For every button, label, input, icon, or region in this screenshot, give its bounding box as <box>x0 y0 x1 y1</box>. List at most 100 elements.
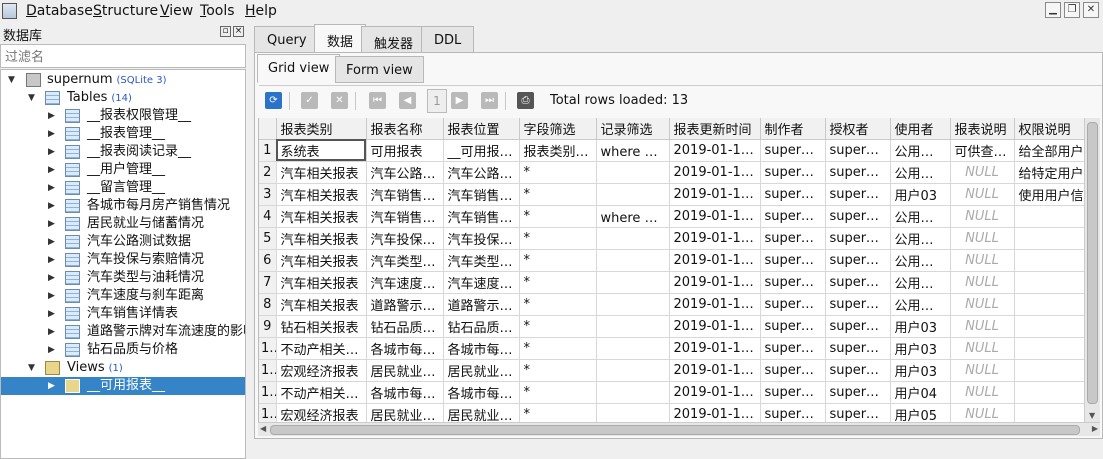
expand-arrow-icon[interactable]: ▶ <box>48 269 55 287</box>
grid-cell[interactable]: 公用账号 <box>890 271 951 294</box>
grid-cell[interactable]: supernum <box>760 381 826 404</box>
database-tree[interactable]: ▼ supernum (SQLite 3) ▼ Tables (14) ▶ __报表权… <box>0 69 246 459</box>
grid-cell[interactable] <box>596 381 670 404</box>
last-page-icon[interactable]: ⏭ <box>481 92 498 109</box>
grid-cell[interactable]: 钻石品质… <box>443 315 520 338</box>
grid-cell[interactable]: 不动产相关… <box>276 337 367 360</box>
expand-arrow-icon[interactable]: ▶ <box>48 341 55 359</box>
grid-cell[interactable] <box>596 227 670 250</box>
table-row[interactable]: 8汽车相关报表道路警示…道路警示…*2019-01-16 1…supernums… <box>259 293 1084 316</box>
grid-cell[interactable]: 公用账号 <box>890 161 951 184</box>
grid-cell[interactable]: 各城市每… <box>366 337 444 360</box>
expand-arrow-icon[interactable]: ▶ <box>48 179 55 197</box>
grid-cell[interactable]: 汽车公路… <box>443 161 520 184</box>
grid-cell[interactable]: supernum <box>760 315 826 338</box>
tree-db-node[interactable]: ▼ supernum (SQLite 3) <box>1 71 245 89</box>
grid-cell[interactable]: supernum <box>760 403 826 422</box>
grid-cell[interactable]: 公用账号 <box>890 249 951 272</box>
grid-cell[interactable]: supernum <box>760 183 826 206</box>
grid-cell[interactable]: 居民就业… <box>443 403 520 422</box>
expand-arrow-icon[interactable]: ▶ <box>48 233 55 251</box>
grid-cell[interactable]: 2019-01-16 1… <box>669 403 761 422</box>
menu-view[interactable]: View <box>160 3 193 19</box>
grid-cell[interactable]: * <box>519 315 597 338</box>
grid-cell[interactable] <box>596 337 670 360</box>
grid-cell[interactable]: 2019-01-16 1… <box>669 183 761 206</box>
column-header[interactable]: 制作者 <box>760 118 826 140</box>
grid-cell[interactable]: 给特定用户赋 <box>1014 161 1084 184</box>
grid-cell[interactable]: 居民就业… <box>443 359 520 382</box>
table-row[interactable]: 4汽车相关报表汽车销售…汽车销售…*where 销…2019-01-16 1…s… <box>259 205 1084 228</box>
grid-cell[interactable]: 公用账号 <box>890 227 951 250</box>
grid-cell[interactable]: NULL <box>950 403 1015 422</box>
grid-cell[interactable] <box>596 249 670 272</box>
grid-cell[interactable]: supernum <box>825 139 891 162</box>
column-header[interactable]: 权限说明 <box>1014 118 1084 140</box>
grid-cell[interactable]: 2019-01-16 1… <box>669 293 761 316</box>
grid-cell[interactable]: 用户03 <box>890 337 951 360</box>
tree-views-node[interactable]: ▼ Views (1) <box>1 359 245 377</box>
tree-table-item[interactable]: ▶ 汽车投保与索赔情况 <box>1 251 245 269</box>
table-row[interactable]: 6汽车相关报表汽车类型…汽车类型…*2019-01-16 1…supernums… <box>259 249 1084 272</box>
table-row[interactable]: 13宏观经济报表居民就业…居民就业…*2019-01-16 1…supernum… <box>259 403 1084 422</box>
grid-cell[interactable]: 居民就业… <box>366 359 444 382</box>
grid-cell[interactable]: 2019-01-16 1… <box>669 249 761 272</box>
grid-cell[interactable]: 汽车相关报表 <box>276 227 367 250</box>
close-icon[interactable]: ✕ <box>1083 2 1099 18</box>
grid-cell[interactable]: * <box>519 271 597 294</box>
grid-cell[interactable]: 汽车相关报表 <box>276 271 367 294</box>
tree-table-item[interactable]: ▶ 汽车公路测试数据 <box>1 233 245 251</box>
grid-cell[interactable] <box>1014 381 1084 404</box>
grid-cell[interactable]: 公用账号 <box>890 205 951 228</box>
grid-cell[interactable]: * <box>519 183 597 206</box>
grid-cell[interactable]: supernum <box>760 337 826 360</box>
grid-cell[interactable]: * <box>519 337 597 360</box>
grid-cell[interactable]: 2019-01-16 1… <box>669 381 761 404</box>
grid-cell[interactable] <box>1014 249 1084 272</box>
grid-cell[interactable]: 可用报表 <box>366 139 444 162</box>
tree-table-item[interactable]: ▶ 钻石品质与价格 <box>1 341 245 359</box>
table-row[interactable]: 9钻石相关报表钻石品质…钻石品质…*2019-01-16 1…supernums… <box>259 315 1084 338</box>
tree-tables-node[interactable]: ▼ Tables (14) <box>1 89 245 107</box>
expand-arrow-icon[interactable]: ▶ <box>48 215 55 233</box>
grid-cell[interactable] <box>596 359 670 382</box>
grid-cell[interactable]: where 销… <box>596 205 670 228</box>
grid-cell[interactable] <box>1014 403 1084 422</box>
grid-cell[interactable]: 道路警示… <box>443 293 520 316</box>
grid-cell[interactable]: 2019-01-16 1… <box>669 205 761 228</box>
grid-cell[interactable]: 用户05 <box>890 403 951 422</box>
grid-cell[interactable]: supernum <box>825 249 891 272</box>
grid-cell[interactable]: NULL <box>950 337 1015 360</box>
grid-cell[interactable] <box>1014 271 1084 294</box>
close-panel-icon[interactable]: × <box>233 26 244 37</box>
float-panel-icon[interactable]: ▫ <box>220 26 231 37</box>
grid-cell[interactable]: 汽车类型… <box>443 249 520 272</box>
grid-cell[interactable]: supernum <box>825 161 891 184</box>
tree-table-item[interactable]: ▶ __留言管理__ <box>1 179 245 197</box>
filter-input[interactable] <box>0 44 246 68</box>
table-row[interactable]: 3汽车相关报表汽车销售…汽车销售…*2019-01-16 1…supernums… <box>259 183 1084 206</box>
grid-cell[interactable]: 2019-01-16 1… <box>669 271 761 294</box>
grid-cell[interactable]: 汽车投保… <box>366 227 444 250</box>
grid-cell[interactable]: 汽车销售… <box>366 183 444 206</box>
grid-cell[interactable]: 汽车销售… <box>366 205 444 228</box>
grid-cell[interactable]: supernum <box>825 315 891 338</box>
grid-cell[interactable]: NULL <box>950 381 1015 404</box>
grid-cell[interactable]: * <box>519 161 597 184</box>
horizontal-scrollbar[interactable]: ◀ ▶ <box>258 422 1100 436</box>
tab-query[interactable]: Query <box>254 26 320 53</box>
grid-cell[interactable]: 道路警示… <box>366 293 444 316</box>
commit-icon[interactable]: ✓ <box>301 92 318 109</box>
grid-cell[interactable]: NULL <box>950 293 1015 316</box>
grid-cell[interactable]: 公用账号 <box>890 139 951 162</box>
grid-cell[interactable]: 用户03 <box>890 315 951 338</box>
grid-cell[interactable]: 可供查… <box>950 139 1015 162</box>
grid-cell[interactable]: NULL <box>950 227 1015 250</box>
grid-cell[interactable]: 2019-01-16 1… <box>669 315 761 338</box>
menu-database[interactable]: Database <box>26 3 93 19</box>
grid-cell[interactable]: 各城市每… <box>443 381 520 404</box>
grid-cell[interactable]: supernum <box>760 293 826 316</box>
restore-icon[interactable]: ❐ <box>1064 2 1080 18</box>
grid-cell[interactable] <box>1014 337 1084 360</box>
table-row[interactable]: 7汽车相关报表汽车速度…汽车速度…*2019-01-16 1…supernums… <box>259 271 1084 294</box>
